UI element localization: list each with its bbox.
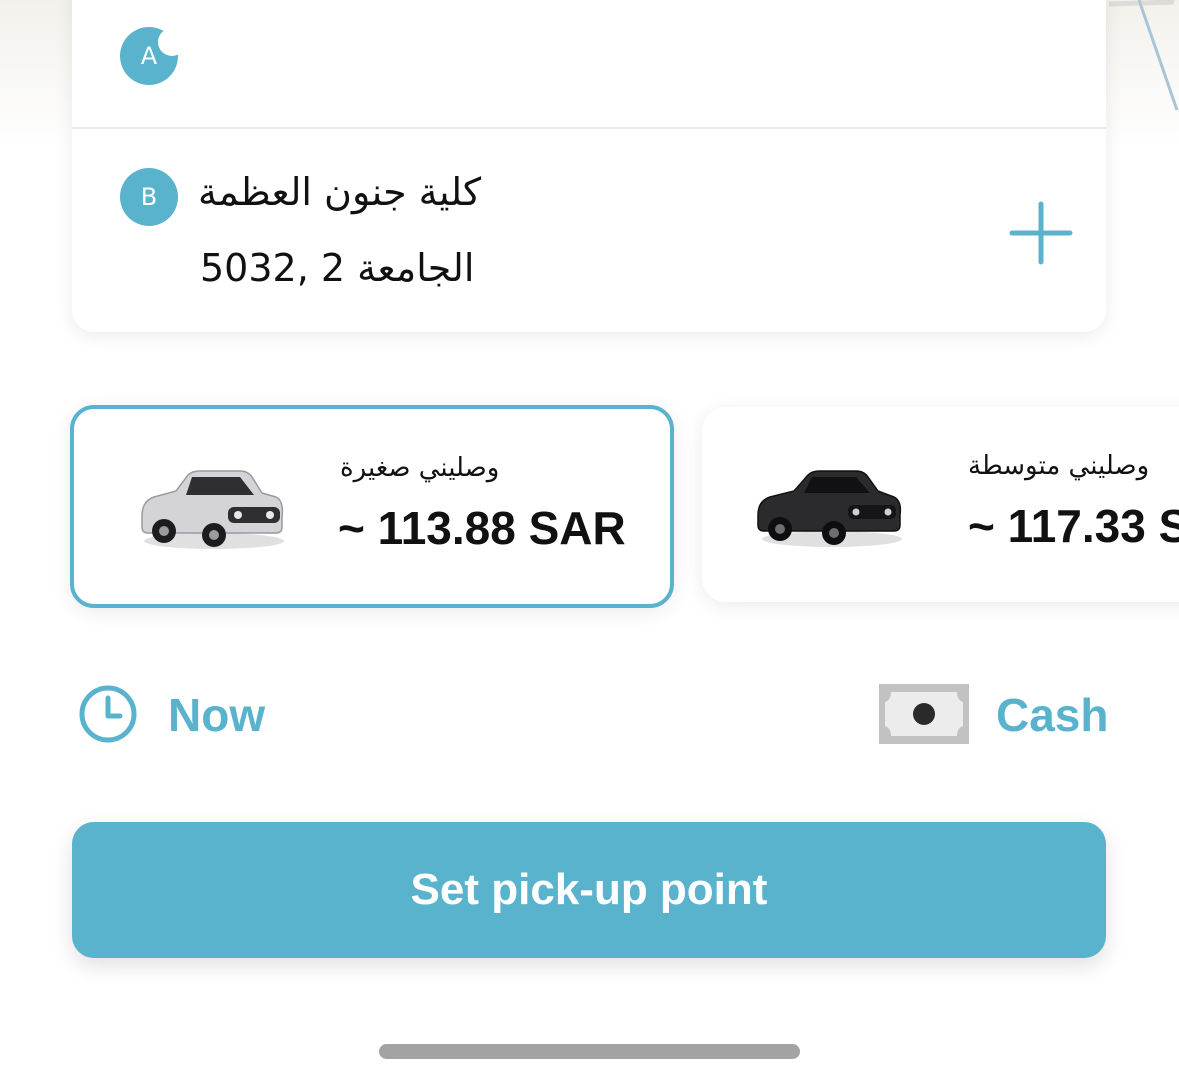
stop-b-badge: B (120, 168, 178, 226)
clock-icon[interactable] (78, 684, 138, 744)
ride-option-price: ~ 117.33 SAR (968, 500, 1179, 552)
payment-label[interactable]: Cash (996, 688, 1108, 742)
stop-a-letter: A (140, 42, 158, 70)
stop-a-badge-notch (158, 28, 186, 56)
stop-b-address[interactable]: 5032, الجامعة 2 (200, 246, 474, 290)
set-pickup-button[interactable]: Set pick-up point (72, 822, 1106, 958)
map-road (1108, 0, 1179, 111)
ride-option-name: وصليني متوسطة (968, 451, 1150, 481)
route-divider (72, 127, 1106, 129)
stop-b-letter: B (140, 183, 158, 211)
route-card: A B كلية جنون العظمة 5032, الجامعة 2 (72, 0, 1106, 332)
schedule-label[interactable]: Now (168, 688, 265, 742)
ride-option-medium[interactable]: وصليني متوسطة ~ 117.33 SAR (702, 407, 1179, 602)
plus-icon[interactable] (1008, 200, 1074, 266)
car-medium-image (757, 470, 902, 547)
stop-a-address[interactable] (200, 26, 500, 76)
ride-option-name: وصليني صغيرة (340, 453, 500, 483)
home-indicator[interactable] (379, 1044, 800, 1059)
cash-icon[interactable] (879, 684, 969, 744)
ride-option-small[interactable]: وصليني صغيرة ~ 113.88 SAR (70, 405, 674, 608)
car-small-image (141, 470, 284, 549)
ride-option-price: ~ 113.88 SAR (338, 502, 626, 554)
ride-booking-sheet: A B كلية جنون العظمة 5032, الجامعة 2 وصل… (0, 0, 1179, 1083)
stop-b-name[interactable]: كلية جنون العظمة (198, 170, 481, 214)
set-pickup-button-label: Set pick-up point (410, 865, 768, 914)
